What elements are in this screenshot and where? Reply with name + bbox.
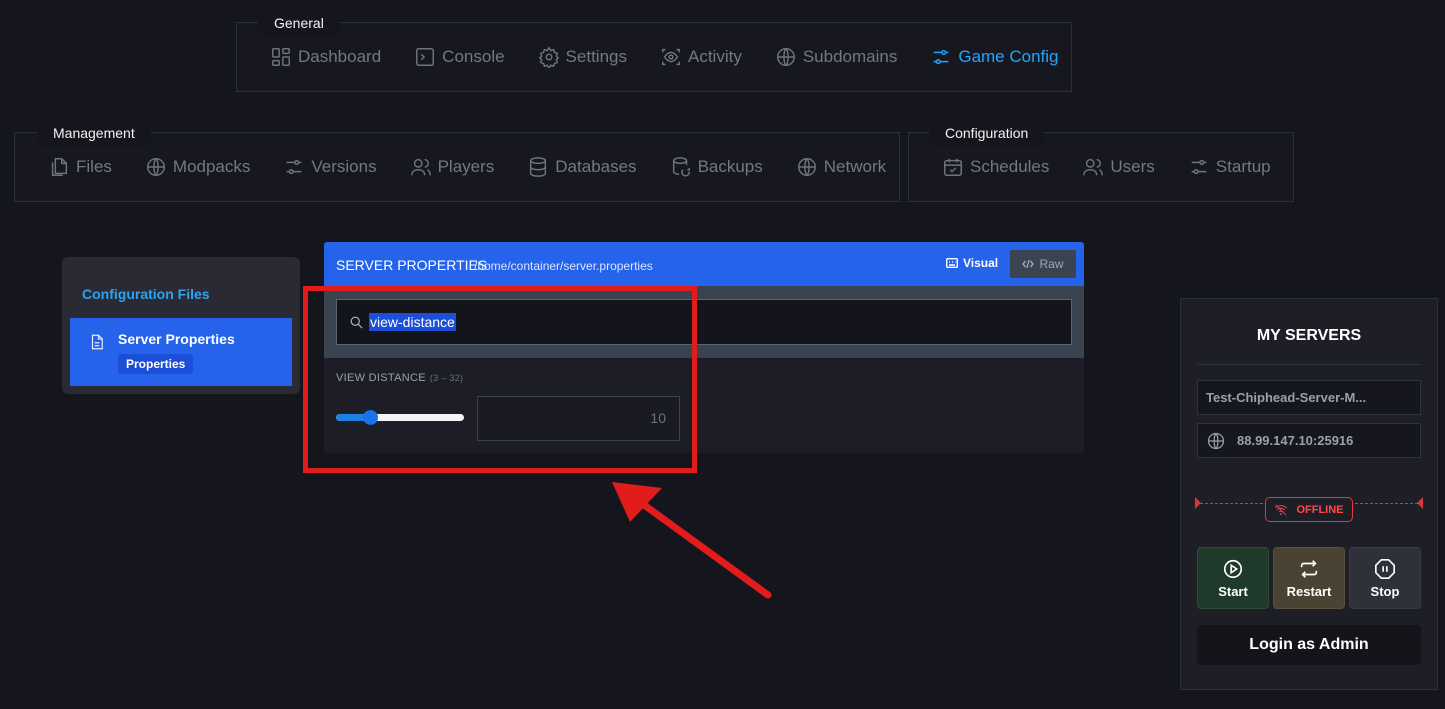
config-files-sidebar: Configuration Files Server Properties Pr… (62, 257, 300, 394)
nav-item-users[interactable]: Users (1082, 156, 1155, 178)
nav-item-schedules[interactable]: Schedules (942, 156, 1049, 178)
divider (1197, 364, 1421, 365)
sliders-icon (934, 49, 949, 65)
file-item-server-properties[interactable]: Server Properties Properties (70, 318, 292, 386)
nav-item-subdomains[interactable]: Subdomains (775, 46, 898, 68)
nav-item-databases[interactable]: Databases (527, 156, 637, 178)
status-text: OFFLINE (1296, 503, 1344, 516)
sliders-icon (287, 159, 302, 175)
nav-row-general: Dashboard Console Settings Activity Subd… (237, 23, 1071, 91)
status-line-marker-right (1417, 497, 1423, 509)
nav-item-label: Game Config (958, 47, 1059, 66)
nav-item-startup[interactable]: Startup (1188, 156, 1271, 178)
nav-item-console[interactable]: Console (414, 46, 505, 68)
nav-group-management: Management Files Modpacks Versions Playe… (14, 119, 900, 202)
annotation-highlight-box (303, 286, 697, 473)
gear-icon (538, 46, 559, 68)
file-name: Server Properties (118, 331, 235, 347)
backup-icon (672, 157, 690, 177)
nav-item-label: Console (442, 47, 505, 66)
globe-icon (797, 158, 816, 176)
nav-item-settings[interactable]: Settings (538, 46, 627, 68)
dashboard-icon (272, 48, 290, 66)
login-as-admin-button[interactable]: Login as Admin (1197, 625, 1421, 665)
nav-item-files[interactable]: Files (48, 156, 112, 178)
status-badge: OFFLINE (1265, 497, 1353, 522)
play-icon (1223, 559, 1243, 578)
nav-item-label: Files (76, 157, 112, 176)
stop-icon (1375, 558, 1395, 579)
restart-label: Restart (1286, 583, 1332, 599)
globe-icon (146, 158, 165, 176)
server-address-field[interactable]: 88.99.147.10:25916 (1197, 423, 1421, 458)
file-icon (88, 333, 106, 351)
nav-item-label: Settings (565, 47, 627, 66)
my-servers-panel: MY SERVERS Test-Chiphead-Server-M... 88.… (1180, 298, 1438, 690)
raw-mode-button[interactable]: Raw (1010, 250, 1076, 278)
nav-item-label: Activity (687, 47, 742, 66)
annotation-arrow (612, 482, 772, 599)
calendar-icon (944, 158, 962, 176)
panel-header: SERVER PROPERTIES /home/container/server… (324, 242, 1084, 286)
nav-group-configuration: Configuration Schedules Users Startup (908, 119, 1294, 202)
nav-row-management: Files Modpacks Versions Players Database… (15, 133, 899, 201)
server-name-field: Test-Chiphead-Server-M... (1197, 380, 1421, 415)
nav-item-label: Modpacks (172, 157, 251, 176)
wifi-off-icon (1275, 503, 1288, 516)
keyboard-icon (946, 258, 958, 268)
users-icon (1083, 158, 1104, 176)
status-line-marker-left (1195, 497, 1201, 509)
file-type-badge: Properties (118, 354, 194, 374)
start-button[interactable]: Start (1197, 547, 1269, 609)
nav-item-dashboard[interactable]: Dashboard (270, 46, 381, 68)
nav-item-backups[interactable]: Backups (670, 156, 763, 178)
globe-icon (1207, 432, 1225, 449)
nav-item-modpacks[interactable]: Modpacks (145, 156, 250, 178)
database-icon (530, 157, 547, 177)
visual-mode-button[interactable]: Visual (946, 256, 998, 270)
file-path: /home/container/server.properties (474, 259, 653, 273)
panel-title: SERVER PROPERTIES (336, 257, 488, 273)
nav-item-label: Subdomains (802, 47, 898, 66)
nav-item-label: Players (437, 157, 495, 176)
restart-button[interactable]: Restart (1273, 547, 1345, 609)
stop-button[interactable]: Stop (1349, 547, 1421, 609)
stop-label: Stop (1370, 583, 1400, 599)
nav-item-players[interactable]: Players (410, 156, 495, 178)
eye-icon (662, 48, 680, 66)
server-address: 88.99.147.10:25916 (1237, 433, 1354, 448)
nav-item-label: Dashboard (298, 47, 382, 66)
config-files-title: Configuration Files (82, 286, 210, 302)
globe-icon (776, 48, 795, 66)
terminal-icon (416, 48, 435, 66)
login-as-admin-label: Login as Admin (1249, 636, 1369, 653)
repeat-icon (1300, 559, 1318, 578)
nav-item-activity[interactable]: Activity (660, 46, 742, 68)
nav-item-label: Startup (1215, 157, 1271, 176)
code-icon (1022, 259, 1035, 269)
nav-item-label: Versions (311, 157, 377, 176)
nav-item-label: Databases (555, 157, 637, 176)
visual-mode-label: Visual (963, 256, 999, 270)
nav-item-game-config[interactable]: Game Config (930, 46, 1059, 68)
nav-item-versions[interactable]: Versions (283, 156, 377, 178)
nav-item-label: Backups (697, 157, 763, 176)
nav-group-general: General Dashboard Console Settings Activ… (236, 9, 1072, 92)
start-label: Start (1218, 583, 1248, 599)
sliders-icon (1191, 159, 1207, 175)
nav-item-label: Schedules (970, 157, 1050, 176)
files-icon (51, 158, 68, 176)
nav-item-network[interactable]: Network (796, 156, 886, 178)
my-servers-title: MY SERVERS (1256, 327, 1362, 344)
nav-item-label: Users (1110, 157, 1155, 176)
raw-mode-label: Raw (1039, 257, 1064, 271)
server-name: Test-Chiphead-Server-M... (1206, 390, 1367, 405)
users-icon (410, 158, 431, 176)
nav-item-label: Network (823, 157, 887, 176)
nav-row-configuration: Schedules Users Startup (909, 133, 1293, 201)
